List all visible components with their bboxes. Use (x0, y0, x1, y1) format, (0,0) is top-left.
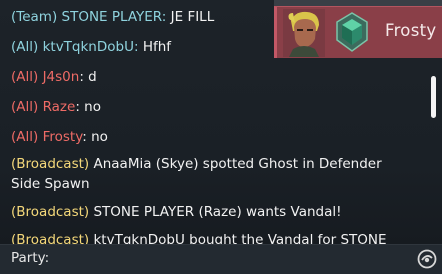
rank-emerald-icon (336, 12, 368, 52)
message-text: no (79, 99, 101, 115)
message-channel: (Broadcast) (11, 204, 90, 220)
chat-message: (Broadcast) AnaaMia (Skye) spotted Ghost… (11, 154, 411, 194)
message-text: d (83, 69, 97, 85)
chat-message: (All) Frosty: no (11, 127, 411, 147)
message-channel: (All) (11, 99, 39, 115)
message-text: JE FILL (166, 9, 215, 25)
message-channel: (All) (11, 69, 39, 85)
message-text: ktvTqknDobU bought the Vandal for STONE (89, 232, 387, 244)
player-name: Frosty (385, 21, 437, 40)
agent-portrait-icon (283, 9, 325, 57)
chat-input-bar[interactable]: Party: (0, 244, 442, 274)
message-sender[interactable]: Raze (43, 99, 76, 115)
chat-message: (Broadcast) ktvTqknDobU bought the Vanda… (11, 230, 411, 244)
chat-message: (All) Raze: no (11, 97, 411, 117)
message-text: Hfhf (138, 39, 172, 55)
message-sender[interactable]: J4s0n (43, 69, 80, 85)
message-channel: (Broadcast) (11, 232, 90, 244)
chat-scrollbar[interactable] (428, 56, 442, 246)
message-text: STONE PLAYER (Raze) wants Vandal! (89, 204, 342, 220)
scrollbar-thumb[interactable] (431, 76, 436, 118)
chat-mode-icon[interactable] (415, 247, 439, 271)
message-text: no (86, 129, 108, 145)
chat-message: (All) J4s0n: d (11, 67, 411, 87)
player-card[interactable]: Frosty (274, 6, 442, 58)
chat-channel-label: Party: (11, 250, 50, 266)
message-sender[interactable]: ktvTqknDobU (43, 39, 134, 55)
chat-input[interactable] (52, 248, 406, 272)
message-channel: (Broadcast) (11, 156, 90, 172)
message-sender[interactable]: STONE PLAYER (62, 9, 162, 25)
message-channel: (Team) (11, 9, 58, 25)
chat-message: (Broadcast) STONE PLAYER (Raze) wants Va… (11, 202, 411, 222)
message-channel: (All) (11, 39, 39, 55)
chat-panel: (Team) STONE PLAYER: JE FILL (All) ktvTq… (0, 0, 442, 274)
message-sender[interactable]: Frosty (43, 129, 83, 145)
message-channel: (All) (11, 129, 39, 145)
